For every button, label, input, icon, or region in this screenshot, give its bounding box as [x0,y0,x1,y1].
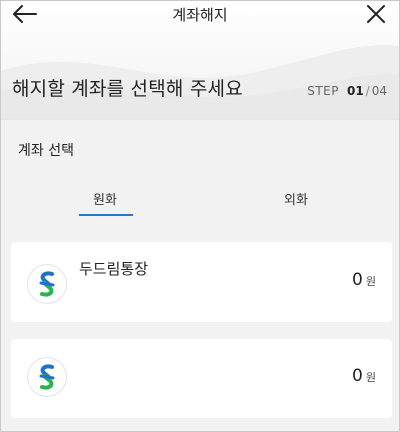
account-card[interactable]: 0원 [11,339,392,418]
account-card[interactable]: 두드림통장 0원 [11,242,392,322]
currency-unit: 원 [365,275,376,288]
close-button[interactable] [365,3,387,25]
tab-foreign-currency[interactable]: 외화 [284,189,308,208]
instruction-heading: 해지할 계좌를 선택해 주세요 [12,78,243,100]
header-divider [1,119,399,120]
step-total: 04 [371,84,387,98]
account-balance: 0원 [352,366,376,386]
currency-unit: 원 [365,371,376,384]
balance-amount: 0 [352,366,363,386]
bank-logo-icon [28,265,66,303]
step-separator: / [365,84,370,98]
step-indicator: STEP 01/04 [307,84,387,98]
close-icon [367,5,385,23]
balance-amount: 0 [352,270,363,290]
bank-logo-icon [28,358,66,396]
account-balance: 0원 [352,270,376,290]
section-title: 계좌 선택 [18,143,74,159]
active-tab-indicator [79,214,133,216]
page-title: 계좌해지 [172,6,228,24]
step-label: STEP [307,84,339,98]
step-current: 01 [346,84,364,98]
app-header: 계좌해지 해지할 계좌를 선택해 주세요 STEP 01/04 [1,1,399,119]
tab-krw[interactable]: 원화 [93,189,117,208]
account-name: 두드림통장 [79,260,149,278]
